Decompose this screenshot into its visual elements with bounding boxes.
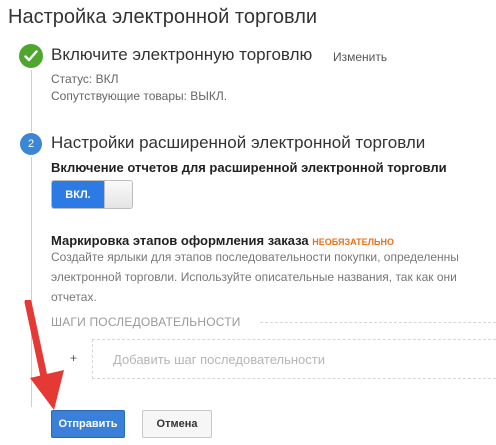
red-arrow-icon xyxy=(24,300,64,410)
toggle-on-label: ВКЛ. xyxy=(52,181,104,208)
step-rail xyxy=(31,70,32,132)
checkout-labeling-heading: Маркировка этапов оформления заказа НЕОБ… xyxy=(51,233,394,248)
related-products-text: Сопутствующие товары: ВЫКЛ. xyxy=(51,89,228,103)
submit-button[interactable]: Отправить xyxy=(51,410,125,438)
toggle-knob[interactable] xyxy=(104,181,132,208)
caption-divider xyxy=(260,322,496,323)
add-step-placeholder: Добавить шаг последовательности xyxy=(113,352,325,367)
description-line-1: Создайте ярлыки для этапов последователь… xyxy=(51,250,459,264)
add-sequence-step-box[interactable]: Добавить шаг последовательности xyxy=(92,339,496,379)
enhanced-reports-toggle[interactable]: ВКЛ. xyxy=(51,180,133,209)
edit-link[interactable]: Изменить xyxy=(333,50,387,64)
checkout-labeling-label: Маркировка этапов оформления заказа xyxy=(51,233,309,248)
check-icon xyxy=(19,44,43,68)
optional-badge: НЕОБЯЗАТЕЛЬНО xyxy=(312,237,394,247)
step-number-badge: 2 xyxy=(20,133,42,155)
enhanced-reports-label: Включение отчетов для расширенной электр… xyxy=(51,160,447,175)
status-text: Статус: ВКЛ xyxy=(51,72,119,86)
page-title: Настройка электронной торговли xyxy=(8,6,318,28)
cancel-button[interactable]: Отмена xyxy=(142,410,212,438)
step1-heading: Включите электронную торговлю xyxy=(51,45,313,64)
step2-heading: Настройки расширенной электронной торгов… xyxy=(51,133,426,152)
description-line-2: электронной торговли. Используйте описат… xyxy=(51,270,457,284)
